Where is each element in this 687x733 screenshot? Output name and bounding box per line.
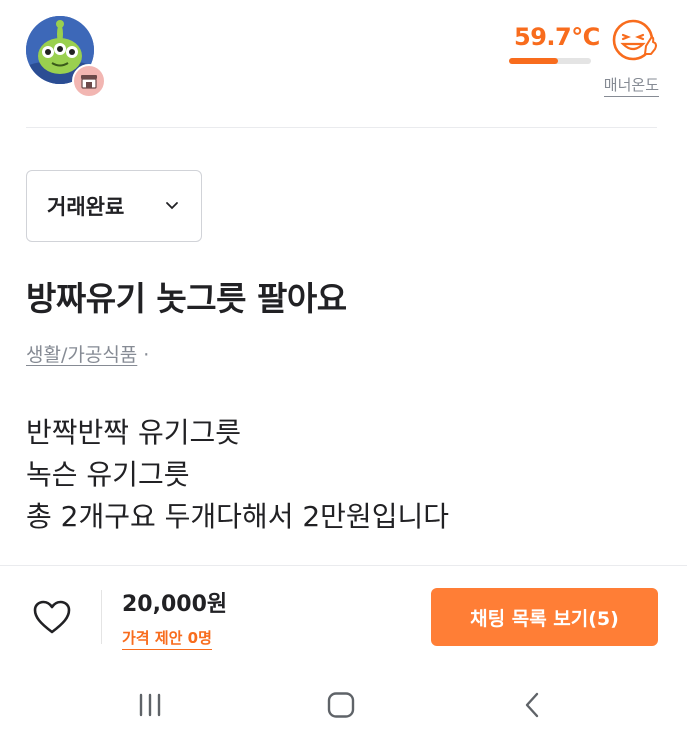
profile-divider (26, 127, 657, 128)
temperature-bar (509, 58, 591, 64)
chevron-down-icon (166, 202, 178, 210)
system-navigation-bar (0, 668, 687, 733)
trade-status-dropdown[interactable]: 거래완료 (26, 170, 202, 242)
seller-profile: 59.7℃ 매너온도 (0, 0, 687, 128)
meta-separator: · (143, 344, 150, 366)
shop-badge-icon (72, 64, 106, 98)
price: 20,000원 (122, 592, 228, 617)
trade-status-label: 거래완료 (47, 195, 125, 219)
manner-temperature-value: 59.7℃ (514, 23, 600, 51)
description-line: 총 2개구요 두개다해서 2만원입니다 (26, 500, 449, 533)
listing-title: 방짜유기 놋그릇 팔아요 (26, 279, 347, 318)
bottom-action-bar: 20,000원 가격 제안 0명 채팅 목록 보기(5) (0, 565, 687, 669)
description-line: 녹슨 유기그릇 (26, 458, 190, 491)
bar-divider (101, 590, 102, 644)
description-line: 반짝반짝 유기그릇 (26, 416, 241, 449)
price-offer-link[interactable]: 가격 제안 0명 (122, 627, 212, 650)
back-icon[interactable] (518, 692, 548, 718)
manner-temperature-label[interactable]: 매너온도 (603, 74, 659, 97)
laughing-face-icon (612, 19, 657, 61)
manner-temperature[interactable]: 59.7℃ 매너온도 (509, 14, 659, 98)
category-row: 생활/가공식품 · (26, 340, 149, 367)
chat-list-button[interactable]: 채팅 목록 보기(5) (431, 588, 658, 646)
temperature-bar-fill (509, 58, 559, 64)
listing-description: 반짝반짝 유기그릇 녹슨 유기그릇 총 2개구요 두개다해서 2만원입니다 (26, 412, 449, 538)
recent-apps-icon[interactable] (135, 692, 165, 718)
home-icon[interactable] (326, 692, 356, 718)
heart-outline-icon[interactable] (32, 599, 72, 635)
category-link[interactable]: 생활/가공식품 (26, 344, 137, 366)
